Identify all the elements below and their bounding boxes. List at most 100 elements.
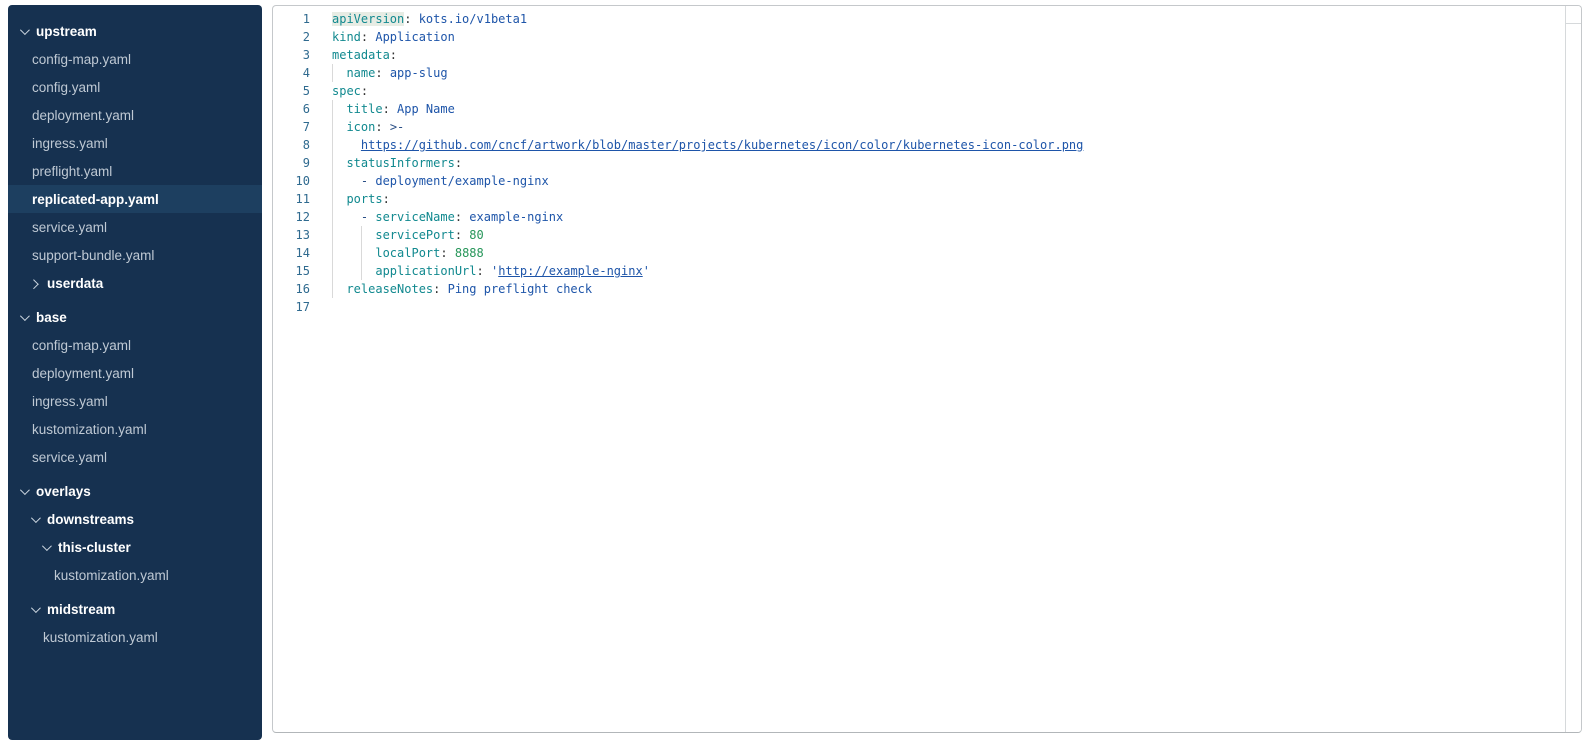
code-line[interactable]: 6 title: App Name (273, 100, 1565, 118)
tree-file-config-yaml[interactable]: config.yaml (8, 73, 262, 101)
tree-folder-userdata[interactable]: userdata (8, 269, 262, 297)
code-line[interactable]: 1apiVersion: kots.io/v1beta1 (273, 10, 1565, 28)
line-number[interactable]: 3 (273, 46, 310, 64)
code-token (332, 264, 375, 278)
code-token: app-slug (390, 66, 448, 80)
code-link[interactable]: http://example-nginx (498, 264, 643, 278)
code-line[interactable]: 10 - deployment/example-nginx (273, 172, 1565, 190)
code-line[interactable]: 13 servicePort: 80 (273, 226, 1565, 244)
code-line[interactable]: 12 - serviceName: example-nginx (273, 208, 1565, 226)
code-token: : (375, 66, 389, 80)
tree-file-support-bundle-yaml[interactable]: support-bundle.yaml (8, 241, 262, 269)
line-number[interactable]: 6 (273, 100, 310, 118)
indent-guide (332, 226, 333, 244)
code-token: : (455, 228, 469, 242)
code-line[interactable]: 5spec: (273, 82, 1565, 100)
tree-file-deployment-yaml[interactable]: deployment.yaml (8, 101, 262, 129)
code-token: Ping preflight check (448, 282, 593, 296)
tree-file-preflight-yaml[interactable]: preflight.yaml (8, 157, 262, 185)
tree-file-service-yaml[interactable]: service.yaml (8, 213, 262, 241)
chevron-down-icon (42, 541, 52, 551)
code-line[interactable]: 9 statusInformers: (273, 154, 1565, 172)
code-line[interactable]: 2kind: Application (273, 28, 1565, 46)
code-token: title (346, 102, 382, 116)
code-token: apiVersion (332, 12, 404, 26)
tree-item-label: this-cluster (58, 540, 131, 555)
file-tree-sidebar: upstreamconfig-map.yamlconfig.yamldeploy… (8, 5, 262, 740)
tree-item-label: kustomization.yaml (32, 422, 147, 437)
tree-folder-downstreams[interactable]: downstreams (8, 505, 262, 533)
code-line-text: applicationUrl: 'http://example-nginx' (310, 262, 650, 280)
code-token: applicationUrl (375, 264, 476, 278)
code-line[interactable]: 8 https://github.com/cncf/artwork/blob/m… (273, 136, 1565, 154)
line-number[interactable]: 10 (273, 172, 310, 190)
tree-folder-this-cluster[interactable]: this-cluster (8, 533, 262, 561)
code-line[interactable]: 16 releaseNotes: Ping preflight check (273, 280, 1565, 298)
code-token: deployment/example-nginx (375, 174, 548, 188)
code-token: icon (346, 120, 375, 134)
yaml-editor[interactable]: 1apiVersion: kots.io/v1beta12kind: Appli… (272, 5, 1582, 733)
code-token: releaseNotes (346, 282, 433, 296)
tree-file-kustomization-yaml[interactable]: kustomization.yaml (8, 623, 262, 651)
code-line[interactable]: 11 ports: (273, 190, 1565, 208)
line-number[interactable]: 17 (273, 298, 310, 316)
code-token: : (390, 48, 397, 62)
code-line-text: spec: (310, 82, 368, 100)
tree-file-config-map-yaml[interactable]: config-map.yaml (8, 331, 262, 359)
tree-file-replicated-app-yaml[interactable]: replicated-app.yaml (8, 185, 262, 213)
code-line-text: - deployment/example-nginx (310, 172, 549, 190)
tree-item-label: overlays (36, 484, 91, 499)
line-number[interactable]: 12 (273, 208, 310, 226)
code-line[interactable]: 17 (273, 298, 1565, 316)
line-number[interactable]: 5 (273, 82, 310, 100)
tree-file-deployment-yaml[interactable]: deployment.yaml (8, 359, 262, 387)
code-token: : (440, 246, 454, 260)
line-number[interactable]: 2 (273, 28, 310, 46)
tree-item-label: upstream (36, 24, 97, 39)
line-number[interactable]: 16 (273, 280, 310, 298)
code-line[interactable]: 7 icon: >- (273, 118, 1565, 136)
line-number[interactable]: 4 (273, 64, 310, 82)
indent-guide (332, 118, 333, 136)
tree-folder-overlays[interactable]: overlays (8, 477, 262, 505)
tree-file-ingress-yaml[interactable]: ingress.yaml (8, 129, 262, 157)
line-number[interactable]: 8 (273, 136, 310, 154)
tree-file-kustomization-yaml[interactable]: kustomization.yaml (8, 561, 262, 589)
tree-item-label: deployment.yaml (32, 108, 134, 123)
code-line-text: name: app-slug (310, 64, 448, 82)
code-line[interactable]: 3metadata: (273, 46, 1565, 64)
code-token: : (361, 30, 375, 44)
tree-file-kustomization-yaml[interactable]: kustomization.yaml (8, 415, 262, 443)
line-number[interactable]: 1 (273, 10, 310, 28)
code-token: spec (332, 84, 361, 98)
code-token (332, 246, 375, 260)
line-number[interactable]: 15 (273, 262, 310, 280)
tree-item-label: downstreams (47, 512, 134, 527)
line-number[interactable]: 14 (273, 244, 310, 262)
chevron-down-icon (31, 513, 41, 523)
code-token (332, 210, 361, 224)
tree-item-label: config-map.yaml (32, 338, 131, 353)
indent-guide (332, 208, 333, 226)
line-number[interactable]: 9 (273, 154, 310, 172)
code-line[interactable]: 14 localPort: 8888 (273, 244, 1565, 262)
line-number[interactable]: 7 (273, 118, 310, 136)
tree-file-ingress-yaml[interactable]: ingress.yaml (8, 387, 262, 415)
tree-item-label: support-bundle.yaml (32, 248, 154, 263)
tree-folder-upstream[interactable]: upstream (8, 17, 262, 45)
tree-folder-base[interactable]: base (8, 303, 262, 331)
line-number[interactable]: 11 (273, 190, 310, 208)
editor-scrollbar-track[interactable] (1565, 6, 1581, 732)
tree-file-config-map-yaml[interactable]: config-map.yaml (8, 45, 262, 73)
tree-file-service-yaml[interactable]: service.yaml (8, 443, 262, 471)
code-line[interactable]: 15 applicationUrl: 'http://example-nginx… (273, 262, 1565, 280)
indent-guide (332, 262, 333, 280)
code-token: ' (643, 264, 650, 278)
code-token: servicePort (375, 228, 454, 242)
line-number[interactable]: 13 (273, 226, 310, 244)
code-line[interactable]: 4 name: app-slug (273, 64, 1565, 82)
code-link[interactable]: https://github.com/cncf/artwork/blob/mas… (361, 138, 1083, 152)
tree-item-label: ingress.yaml (32, 394, 108, 409)
tree-folder-midstream[interactable]: midstream (8, 595, 262, 623)
code-token: >- (390, 120, 404, 134)
